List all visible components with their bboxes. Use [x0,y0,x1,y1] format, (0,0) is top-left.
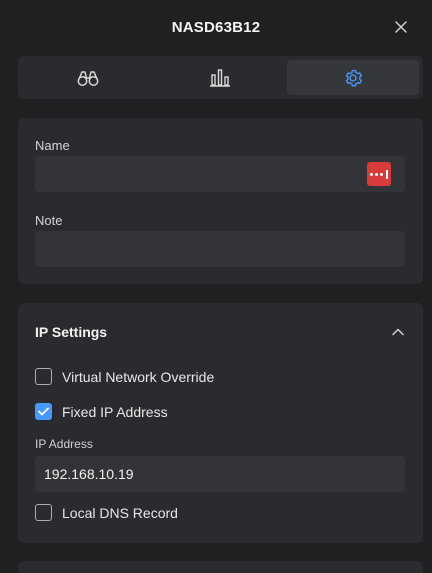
password-dots-icon [370,172,374,176]
local-dns-checkbox[interactable]: Local DNS Record [35,504,178,521]
tab-settings[interactable] [286,60,419,95]
device-title: NASD63B12 [171,19,261,36]
ip-settings-card: IP Settings Virtual Network Override Fix… [18,303,423,543]
name-label: Name [35,138,70,153]
checkbox-box[interactable] [35,504,52,521]
tab-overview[interactable] [22,60,154,95]
note-label: Note [35,213,63,228]
next-section-card [18,561,423,573]
checkbox-label: Virtual Network Override [62,368,215,385]
close-icon [395,21,407,33]
checkmark-icon [38,407,49,416]
close-button[interactable] [392,18,410,36]
name-field[interactable] [35,156,405,192]
ip-address-label: IP Address [35,437,93,451]
password-manager-button[interactable] [367,162,391,186]
panel-header: NASD63B12 [0,0,432,55]
binoculars-icon [77,70,99,86]
virtual-network-override-checkbox[interactable]: Virtual Network Override [35,368,214,385]
general-card: Name Note [18,118,423,284]
tab-statistics[interactable] [154,60,286,95]
checkbox-label: Local DNS Record [62,504,178,521]
collapse-button[interactable] [391,325,405,339]
tab-bar [18,56,423,99]
section-title: IP Settings [35,324,108,340]
checkbox-box[interactable] [35,368,52,385]
chevron-up-icon [392,328,404,336]
bar-chart-icon [210,68,231,87]
note-field[interactable] [35,231,405,267]
gear-icon [345,69,362,86]
fixed-ip-checkbox[interactable]: Fixed IP Address [35,403,168,420]
checkbox-box[interactable] [35,403,52,420]
checkbox-label: Fixed IP Address [62,403,168,420]
ip-address-field[interactable] [35,456,405,492]
